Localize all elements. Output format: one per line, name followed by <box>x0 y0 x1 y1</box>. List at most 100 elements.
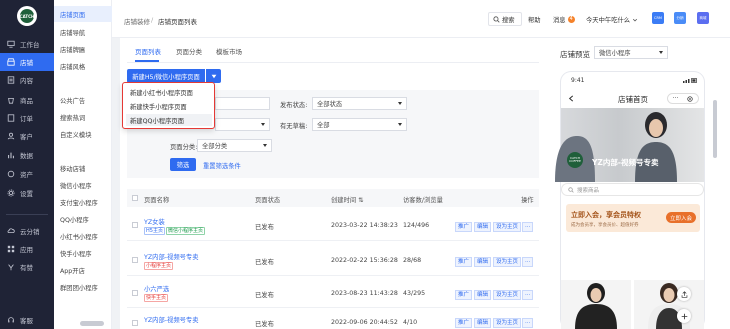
add-button[interactable] <box>677 309 691 323</box>
promote-button[interactable]: 推广 <box>455 257 473 267</box>
subnav-item-group[interactable]: 群团团小程序 <box>54 279 112 295</box>
preview-platform-select[interactable]: 微信小程序 <box>594 46 668 59</box>
set-homepage-button[interactable]: 设为主页 <box>493 222 522 232</box>
subnav-item-nav[interactable]: 店铺导航 <box>54 24 112 40</box>
nav-label: 资产 <box>20 171 33 179</box>
create-h5-page-button[interactable]: 新建H5/微信小程序页面 <box>127 69 205 83</box>
nav-item-store[interactable]: 店铺 <box>0 53 54 71</box>
search-button[interactable]: 搜索 <box>488 12 522 26</box>
nav-item-cloud[interactable]: 云分销 <box>0 222 54 240</box>
secondary-select[interactable] <box>215 118 270 131</box>
visitor-count: 43/295 <box>403 290 426 297</box>
page-category-select[interactable]: 全部分类 <box>197 139 272 152</box>
row-checkbox[interactable] <box>132 222 138 228</box>
nav-item-goods[interactable]: 商品 <box>0 91 54 109</box>
mall-app-icon[interactable]: 商城 <box>697 12 709 24</box>
subnav-item-style[interactable]: 店铺风格 <box>54 58 112 74</box>
page-name-link[interactable]: 小六严选 <box>144 284 169 293</box>
share-button[interactable] <box>677 287 691 301</box>
select-all-checkbox[interactable] <box>132 195 138 201</box>
set-homepage-button[interactable]: 设为主页 <box>493 257 522 267</box>
set-homepage-button[interactable]: 设为主页 <box>493 318 522 328</box>
edit-button[interactable]: 编辑 <box>474 222 492 232</box>
promote-button[interactable]: 推广 <box>455 290 473 300</box>
subnav-item-xiaohongshu[interactable]: 小红书小程序 <box>54 228 112 244</box>
chevron-down-icon <box>398 102 402 105</box>
more-actions-button[interactable]: ··· <box>522 318 534 328</box>
edit-button[interactable]: 编辑 <box>474 290 492 300</box>
create-xiaohongshu-page-option[interactable]: 新建小红书小程序页面 <box>126 86 212 98</box>
edit-button[interactable]: 编辑 <box>474 318 492 328</box>
nav-item-data[interactable]: 数据 <box>0 146 54 164</box>
apps-icon <box>7 245 15 253</box>
subnav-item-wechat[interactable]: 微信小程序 <box>54 177 112 193</box>
more-actions-button[interactable]: ··· <box>522 290 534 300</box>
nav-item-settings[interactable]: 设置 <box>0 184 54 202</box>
subnav-item-app[interactable]: App开店 <box>54 262 112 278</box>
user-menu[interactable]: 今天中午吃什么 <box>586 13 638 26</box>
tab-page-list[interactable]: 页面列表 <box>135 46 161 56</box>
breadcrumb-separator: / <box>151 16 154 24</box>
nav-item-order[interactable]: 订单 <box>0 109 54 127</box>
breadcrumb-store-decor[interactable]: 店铺装修 <box>124 16 150 26</box>
edit-button[interactable]: 编辑 <box>474 257 492 267</box>
page-name-link[interactable]: YZ内部-视频号专卖 <box>144 315 199 324</box>
subnav-item-kuaishou[interactable]: 快手小程序 <box>54 245 112 261</box>
nav-item-workbench[interactable]: 工作台 <box>0 35 54 53</box>
filter-button[interactable]: 筛选 <box>170 158 196 171</box>
distribution-app-icon[interactable]: 分销 <box>674 12 686 24</box>
nav-item-customer[interactable]: 客户 <box>0 127 54 145</box>
customer-service-button[interactable]: 客服 <box>0 311 54 329</box>
back-icon[interactable] <box>568 95 574 102</box>
brand-logo[interactable]: CATCH <box>17 6 37 26</box>
create-kuaishou-page-option[interactable]: 新建快手小程序页面 <box>126 100 212 112</box>
promote-button[interactable]: 推广 <box>455 318 473 328</box>
nav-item-asset[interactable]: 资产 <box>0 165 54 183</box>
nav-item-apps[interactable]: 应用 <box>0 240 54 258</box>
row-checkbox[interactable] <box>132 320 138 326</box>
col-created-time[interactable]: 创建时间 ⇅ <box>331 195 363 204</box>
tab-page-category[interactable]: 页面分类 <box>176 46 202 56</box>
nav-item-content[interactable]: 内容 <box>0 71 54 89</box>
chart-icon <box>8 152 14 159</box>
page-name-link[interactable]: YZ内部-视频号专卖 <box>144 252 199 261</box>
help-link[interactable]: 帮助 <box>528 13 541 26</box>
reset-filter-link[interactable]: 重置筛选条件 <box>203 161 241 170</box>
create-dropdown-toggle[interactable] <box>206 69 221 83</box>
draft-filter-select[interactable]: 全部 <box>312 118 407 131</box>
subnav-item-hot-search[interactable]: 搜索热词 <box>54 109 112 125</box>
service-label: 客服 <box>20 317 33 325</box>
tab-template-market[interactable]: 模板市场 <box>216 46 242 56</box>
row-checkbox[interactable] <box>132 290 138 296</box>
publish-status-select[interactable]: 全部状态 <box>312 97 407 110</box>
row-checkbox[interactable] <box>132 257 138 263</box>
headset-icon <box>8 317 14 323</box>
page-name-link[interactable]: YZ女装 <box>144 217 165 226</box>
create-qq-page-option[interactable]: 新建QQ小程序页面 <box>126 114 212 126</box>
subnav-item-qq[interactable]: QQ小程序 <box>54 211 112 227</box>
set-homepage-button[interactable]: 设为主页 <box>493 290 522 300</box>
subnav-item-pages[interactable]: 店铺页面 <box>54 6 112 22</box>
crm-app-icon[interactable]: CRM <box>652 12 664 24</box>
product-image[interactable] <box>634 280 704 329</box>
page-name-input[interactable] <box>215 97 270 110</box>
mini-program-capsule[interactable]: ··· <box>667 93 699 104</box>
subnav-item-public-ads[interactable]: 公共广告 <box>54 92 112 108</box>
phone-search-bar[interactable]: 搜索商品 <box>561 183 704 196</box>
subnav-item-alipay[interactable]: 支付宝小程序 <box>54 194 112 210</box>
preview-scrollbar[interactable] <box>713 100 717 158</box>
more-actions-button[interactable]: ··· <box>522 222 534 232</box>
banner-store-name: YZ内部-视频号专卖 <box>592 158 659 167</box>
more-actions-button[interactable]: ··· <box>522 257 534 267</box>
join-member-button[interactable]: 立即入会 <box>666 212 696 223</box>
nav-label: 数据 <box>20 152 33 160</box>
subnav-item-custom-module[interactable]: 自定义模块 <box>54 126 112 142</box>
promote-button[interactable]: 推广 <box>455 222 473 232</box>
subnav-item-mobile-store[interactable]: 移动店铺 <box>54 160 112 176</box>
product-image[interactable] <box>561 280 631 329</box>
subnav-scrollbar[interactable] <box>80 321 104 326</box>
nav-item-youzan[interactable]: 有赞 <box>0 258 54 276</box>
monitor-icon <box>7 40 15 48</box>
message-button[interactable]: 消息 4 <box>553 13 575 26</box>
subnav-item-plaque[interactable]: 店铺牌匾 <box>54 41 112 57</box>
